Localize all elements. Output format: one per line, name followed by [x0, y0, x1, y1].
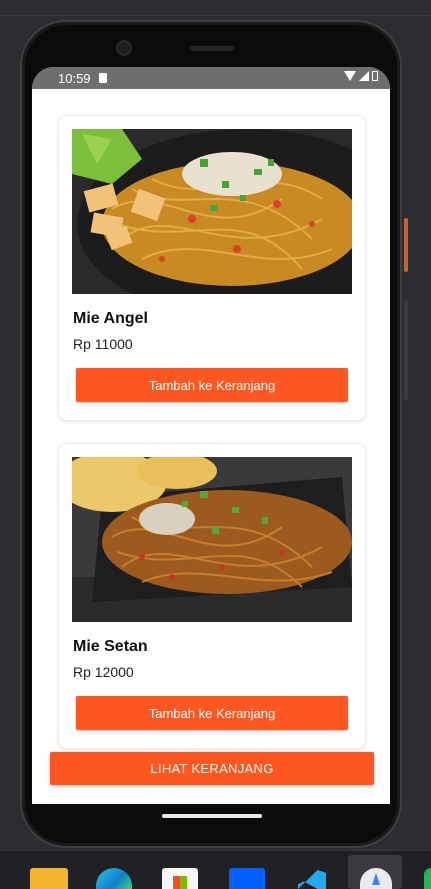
status-time: 10:59: [58, 70, 91, 86]
food-price: Rp 11000: [73, 336, 133, 352]
status-icons: [344, 71, 378, 81]
menu-card: Mie Setan Rp 12000 Tambah ke Keranjang: [58, 443, 366, 749]
partial-app-icon[interactable]: [424, 868, 431, 889]
menu-list[interactable]: Mie Angel Rp 11000 Tambah ke Keranjang M…: [32, 89, 390, 804]
earpiece-speaker: [190, 46, 234, 51]
battery-icon: [372, 71, 378, 81]
dropbox-icon[interactable]: [229, 868, 265, 889]
wifi-icon: [344, 71, 356, 81]
food-name: Mie Setan: [73, 638, 148, 655]
gesture-nav-bar[interactable]: [162, 814, 262, 818]
vscode-icon[interactable]: [294, 868, 330, 889]
status-bar: 10:59: [32, 67, 390, 89]
sd-card-icon: [98, 73, 107, 83]
add-to-cart-button[interactable]: Tambah ke Keranjang: [76, 368, 348, 402]
food-image-mie-setan: [72, 457, 352, 622]
volume-button[interactable]: [404, 300, 408, 400]
app-screen: 10:59 Mie Angel Rp 11000 Tambah ke Keran…: [32, 67, 390, 804]
menu-card: Mie Angel Rp 11000 Tambah ke Keranjang: [58, 115, 366, 421]
store-icon[interactable]: [162, 868, 198, 889]
view-cart-button[interactable]: LIHAT KERANJANG: [50, 752, 374, 785]
ide-top-strip: [0, 0, 431, 16]
power-button[interactable]: [404, 218, 408, 272]
food-price: Rp 12000: [73, 664, 134, 680]
food-name: Mie Angel: [73, 310, 148, 327]
add-to-cart-button[interactable]: Tambah ke Keranjang: [76, 696, 348, 730]
signal-icon: [359, 71, 369, 81]
file-explorer-icon[interactable]: [30, 868, 68, 889]
food-image-mie-angel: [72, 129, 352, 294]
front-camera: [116, 40, 132, 56]
